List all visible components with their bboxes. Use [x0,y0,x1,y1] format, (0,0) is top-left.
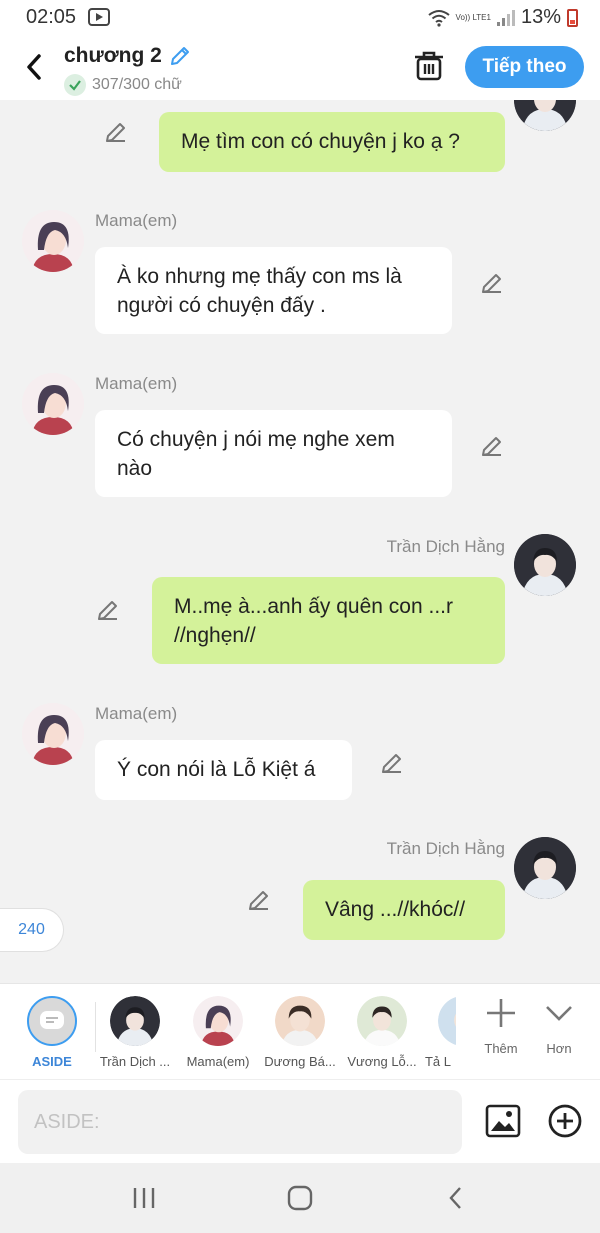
next-button[interactable]: Tiếp theo [465,46,584,88]
aside-chat-icon [40,1011,64,1029]
status-time: 02:05 [26,6,77,28]
character-label: Mama(em) [186,1054,250,1069]
character-bar: ASIDE Trần Dịch ... Mama(em) Dương Bá...… [0,983,600,1079]
trash-icon[interactable] [414,50,444,82]
check-icon [64,74,86,96]
more-button[interactable]: Hơn [534,996,584,1056]
avatar-mama [22,210,84,272]
more-label: Hơn [546,1041,572,1056]
edit-message-pencil-icon[interactable] [96,598,120,622]
home-icon[interactable] [286,1185,314,1211]
character-label: Vương Lỗ... [347,1054,417,1069]
avatar [110,996,160,1046]
youtube-notification-icon [88,8,110,26]
back-icon[interactable] [445,1185,467,1211]
avatar [357,996,407,1046]
character-tran-dich-hang[interactable]: Trần Dịch ... [96,996,174,1069]
header: chương 2 307/300 chữ Tiếp theo [0,36,600,100]
sender-name: Mama(em) [95,211,178,230]
message-bubble[interactable]: À ko nhưng mẹ thấy con ms là người có ch… [95,247,452,334]
edit-message-pencil-icon[interactable] [247,888,271,912]
message-bubble[interactable]: M..mẹ à...anh ấy quên con ...r //nghẹn// [152,577,505,664]
back-arrow-icon[interactable] [20,50,48,84]
status-right: Vo)) LTE1 13% [427,6,578,29]
battery-percent: 13% [520,6,561,28]
battery-icon [567,8,578,27]
avatar [438,996,456,1046]
character-vuong-lo[interactable]: Vương Lỗ... [343,996,421,1069]
character-duong-ba[interactable]: Dương Bá... [261,996,339,1069]
message-bubble[interactable]: Ý con nói là Lỗ Kiệt á [95,740,352,800]
message-bubble[interactable]: Có chuyện j nói mẹ nghe xem nào [95,410,452,497]
avatar-tran-dich-hang [514,100,576,131]
character-ta-l[interactable]: Tả L [420,996,456,1069]
edit-message-pencil-icon[interactable] [380,751,404,775]
sender-name: Mama(em) [95,704,178,723]
avatar [275,996,325,1046]
chat-area[interactable]: Mẹ tìm con có chuyện j ko ạ ? Mama(em) À… [0,100,600,983]
avatar-tran-dich-hang [514,837,576,899]
system-nav-bar [0,1163,600,1233]
character-aside[interactable]: ASIDE [13,996,91,1069]
word-count-row: 307/300 chữ [64,74,182,96]
avatar-tran-dich-hang [514,534,576,596]
avatar-mama [22,373,84,435]
avatar [193,996,243,1046]
character-label: Dương Bá... [264,1054,336,1069]
wifi-icon [427,9,450,27]
character-label: Trần Dịch ... [99,1054,171,1069]
message-bubble[interactable]: Vâng ...//khóc// [303,880,505,940]
character-label: ASIDE [32,1054,72,1069]
signal-icon [496,9,515,26]
edit-message-pencil-icon[interactable] [104,120,128,144]
aside-avatar [27,996,77,1046]
network-label: Vo)) LTE1 [455,13,491,22]
add-label: Thêm [484,1041,518,1056]
character-label: Tả L [424,1054,451,1069]
message-bubble[interactable]: Mẹ tìm con có chuyện j ko ạ ? [159,112,505,172]
edit-message-pencil-icon[interactable] [480,271,504,295]
edit-title-pencil-icon[interactable] [168,44,192,68]
input-bar [0,1079,600,1163]
image-icon[interactable] [485,1103,521,1139]
status-bar: 02:05 Vo)) LTE1 13% [0,0,600,36]
sender-name: Trần Dịch Hằng [386,839,505,858]
character-mama[interactable]: Mama(em) [179,996,257,1069]
message-counter[interactable]: 240 [0,908,64,952]
add-circle-icon[interactable] [547,1103,583,1139]
word-count: 307/300 chữ [92,76,182,93]
recent-apps-icon[interactable] [131,1185,157,1211]
sender-name: Mama(em) [95,374,178,393]
chapter-title: chương 2 [64,44,162,67]
sender-name: Trần Dịch Hằng [386,537,505,556]
avatar-mama [22,703,84,765]
chevron-down-icon [546,1006,572,1021]
plus-icon [487,999,515,1027]
aside-input[interactable] [18,1090,462,1154]
add-character-button[interactable]: Thêm [476,996,526,1056]
edit-message-pencil-icon[interactable] [480,434,504,458]
